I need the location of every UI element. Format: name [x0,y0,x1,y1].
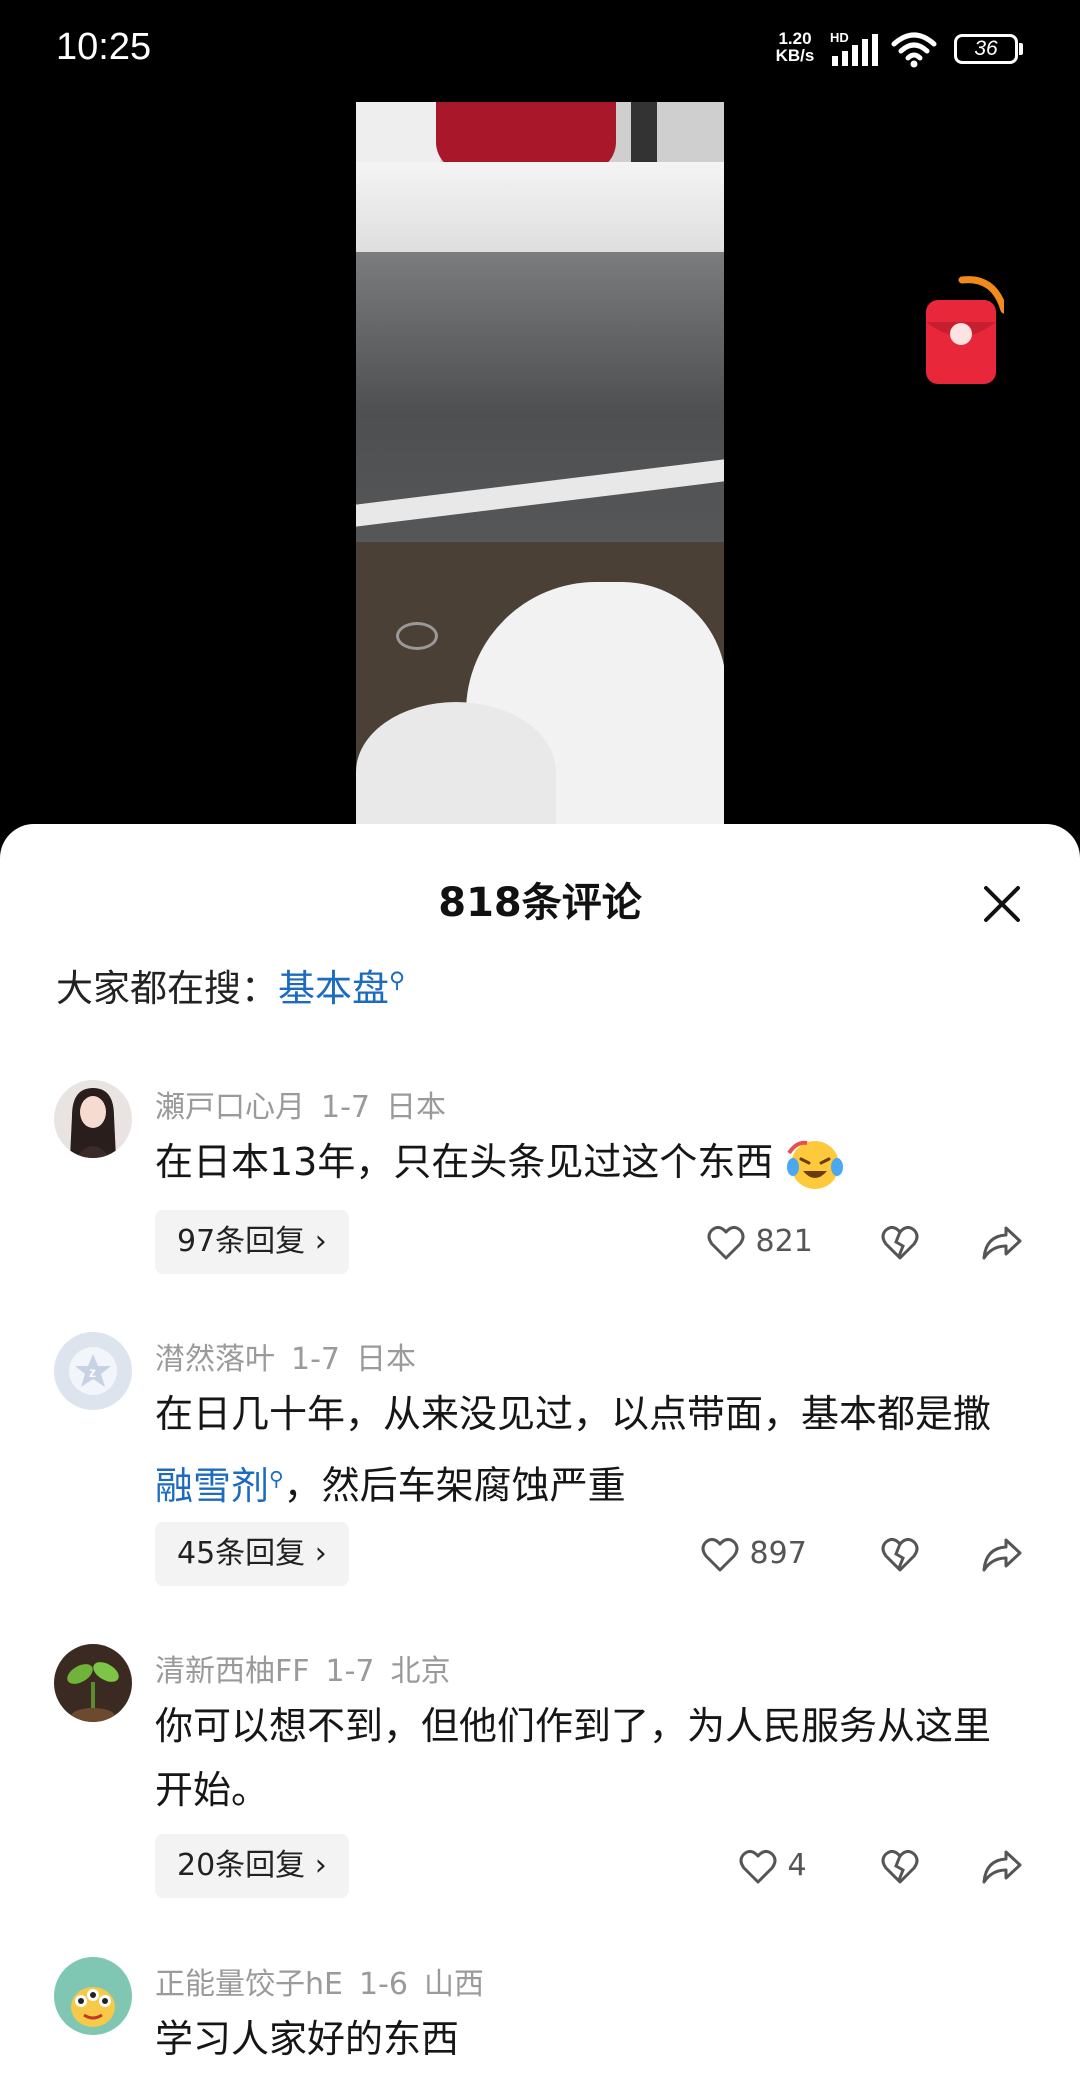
comment-username[interactable]: 瀬戸口心月 [155,1090,305,1125]
comment-location: 日本 [386,1090,446,1125]
view-replies-button[interactable]: 45条回复 › [155,1522,349,1586]
share-icon[interactable] [980,1532,1024,1576]
comment-date: 1-7 [325,1654,375,1689]
avatar[interactable] [54,1957,132,2035]
comment-date: 1-7 [321,1090,370,1125]
red-packet-icon[interactable] [924,270,1004,390]
video-scene-snow-pile-2 [356,702,556,830]
reply-count: 20条回复 [177,1848,306,1883]
comment-location: 日本 [356,1342,416,1377]
view-replies-button[interactable]: 20条回复 › [155,1834,349,1898]
dislike-icon[interactable] [878,1532,922,1576]
share-icon[interactable] [980,1844,1024,1888]
comment-text-before: 在日几十年，从来没见过，以点带面，基本都是撒 [155,1392,992,1436]
comment-text-after: ，然后车架腐蚀严重 [283,1463,626,1508]
heart-icon [701,1537,739,1571]
trending-search: 大家都在搜：基本盘⚲ [56,958,405,1012]
status-bar: 10:25 1.20 KB/s HD 36 [0,0,1080,100]
trending-search-keyword[interactable]: 基本盘 [278,967,389,1010]
network-speed-value: 1.20 [778,29,812,48]
comment-username[interactable]: 潸然落叶 [155,1342,275,1377]
comment-text: 学习人家好的东西 [155,2017,460,2061]
comments-title: 818条评论 [438,880,642,926]
comment-text: 你可以想不到，但他们作到了，为人民服务从这里开始。 [155,1704,992,1812]
comment-date: 1-6 [358,1967,408,2002]
wifi-icon [891,32,937,68]
reply-count: 45条回复 [177,1536,306,1571]
heart-icon [707,1225,745,1259]
avatar[interactable] [54,1080,132,1158]
battery-tip [1019,43,1023,55]
video-player[interactable] [356,102,724,830]
comment-username[interactable]: 清新西柚FF [155,1654,310,1689]
comments-panel: 818条评论 大家都在搜：基本盘⚲ 瀬戸口心月 1-7 日本 在日本13年，只在头条… [0,824,1080,2087]
comment-location: 山西 [423,1967,484,2002]
comment-meta: 瀬戸口心月 1-7 日本 [155,1082,462,1126]
dislike-icon[interactable] [878,1220,922,1264]
comment-text-content: 在日本13年，只在头条见过这个东西 [155,1140,774,1184]
comment-location: 北京 [390,1654,451,1689]
comment-keyword-link[interactable]: 融雪剂⚲ [155,1464,284,1508]
like-count: 4 [787,1848,807,1883]
video-scene-snowbank [356,162,724,262]
comment-text: 在日几十年，从来没见过，以点带面，基本都是撒融雪剂⚲，然后车架腐蚀严重 [155,1382,1015,1518]
trending-search-label: 大家都在搜： [56,967,278,1010]
laughing-crying-emoji-icon [787,1140,844,1189]
comment-meta: 清新西柚FF 1-7 北京 [155,1646,467,1690]
like-count: 897 [749,1536,807,1571]
network-speed-unit: KB/s [775,46,815,65]
like-button[interactable]: 821 [706,1210,813,1274]
like-button[interactable]: 4 [738,1834,807,1898]
comment-meta: 潸然落叶 1-7 日本 [155,1334,432,1378]
status-time: 10:25 [56,26,152,68]
close-icon[interactable] [980,882,1024,926]
battery-icon: 36 [954,34,1018,64]
comment-meta: 正能量饺子hE 1-6 山西 [155,1959,500,2003]
comment-date: 1-7 [291,1342,340,1377]
dislike-icon[interactable] [878,1844,922,1888]
reply-count: 97条回复 [177,1224,306,1259]
search-icon: ⚲ [389,968,406,994]
avatar[interactable] [54,1644,132,1722]
video-scene-sprinkler [396,622,438,650]
like-button[interactable]: 897 [700,1522,807,1586]
svg-text:z: z [89,1364,96,1380]
view-replies-button[interactable]: 97条回复 › [155,1210,349,1274]
search-icon: ⚲ [269,1466,284,1490]
comment-text: 在日本13年，只在头条见过这个东西 [155,1130,1015,1194]
share-icon[interactable] [980,1220,1024,1264]
avatar[interactable]: z [54,1332,132,1410]
comment-username[interactable]: 正能量饺子hE [155,1967,343,2002]
like-count: 821 [755,1224,813,1259]
heart-icon [739,1849,777,1883]
network-speed: 1.20 KB/s [772,30,818,64]
signal-icon [832,34,878,66]
video-scene-white-car [356,102,441,168]
comment-keyword: 融雪剂 [155,1463,270,1508]
